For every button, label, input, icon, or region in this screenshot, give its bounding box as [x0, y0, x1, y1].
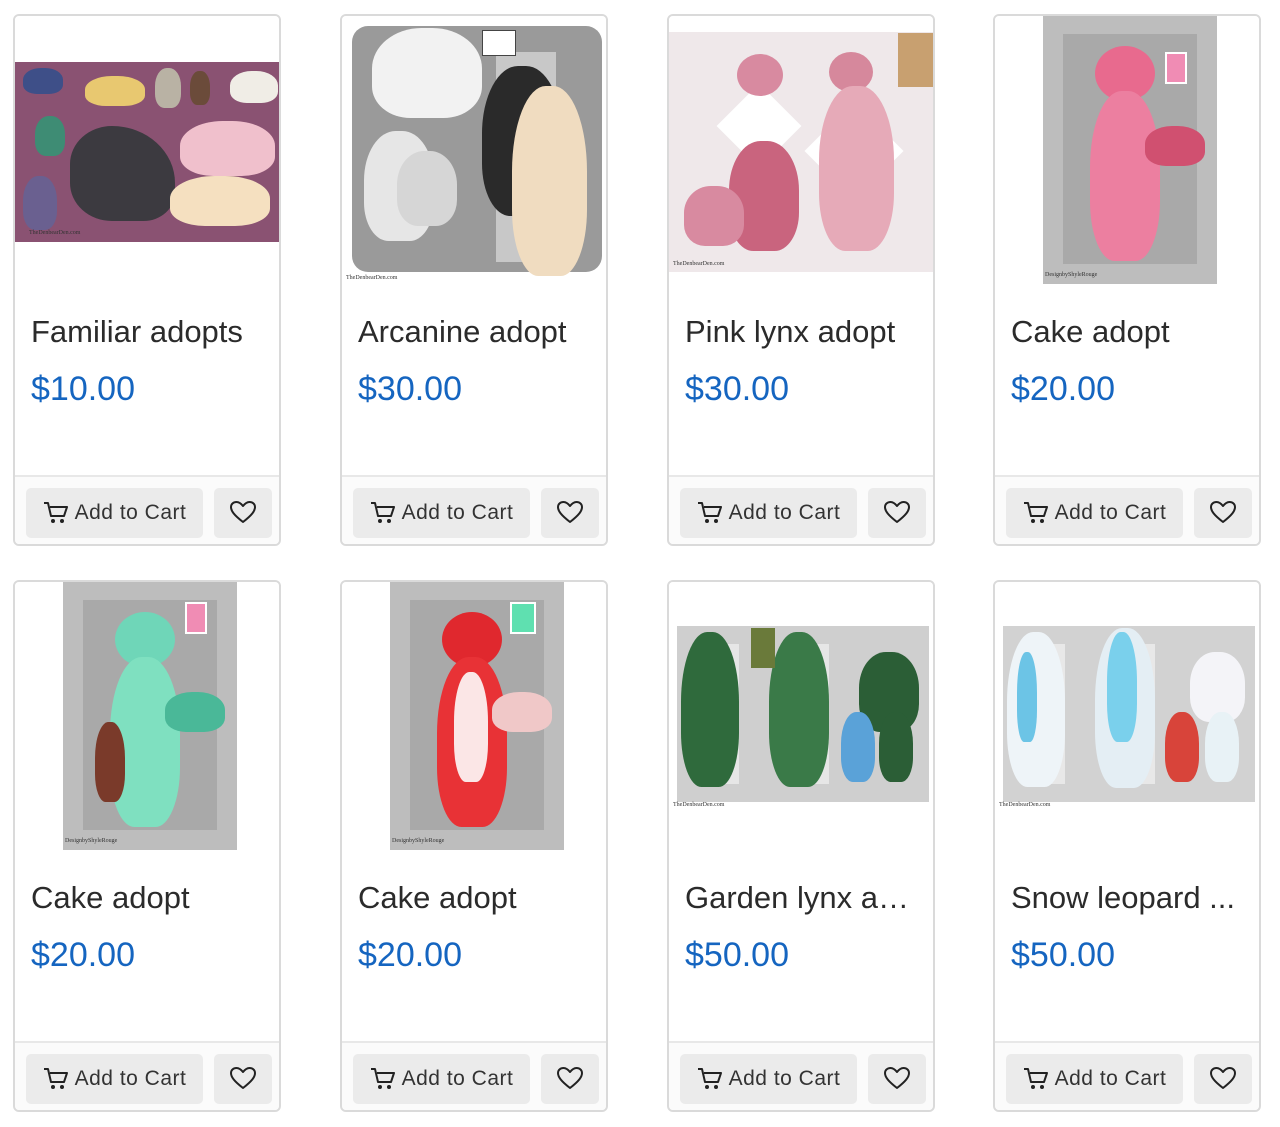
wishlist-button[interactable] — [868, 488, 926, 538]
cart-icon — [370, 502, 395, 523]
product-card[interactable]: TheDenbearDen.com Garden lynx ad... $50.… — [667, 580, 935, 1112]
product-image[interactable]: TheDenbearDen.com — [995, 582, 1259, 854]
product-card[interactable]: DesignbyShyleRouge Cake adopt $20.00 Add… — [993, 14, 1261, 546]
add-to-cart-button[interactable]: Add to Cart — [1006, 1054, 1183, 1104]
product-price: $50.00 — [1011, 936, 1115, 974]
product-title[interactable]: Pink lynx adopt — [685, 312, 921, 352]
card-footer: Add to Cart — [995, 475, 1259, 544]
add-to-cart-button[interactable]: Add to Cart — [26, 488, 203, 538]
product-price: $10.00 — [31, 370, 135, 408]
add-to-cart-label: Add to Cart — [1054, 501, 1167, 524]
add-to-cart-button[interactable]: Add to Cart — [353, 1054, 530, 1104]
product-title[interactable]: Familiar adopts — [31, 312, 267, 352]
add-to-cart-button[interactable]: Add to Cart — [680, 1054, 857, 1104]
product-title[interactable]: Arcanine adopt — [358, 312, 594, 352]
add-to-cart-button[interactable]: Add to Cart — [1006, 488, 1183, 538]
heart-icon — [1210, 1067, 1236, 1089]
heart-icon — [557, 501, 583, 523]
product-title[interactable]: Garden lynx ad... — [685, 878, 921, 918]
card-footer: Add to Cart — [995, 1041, 1259, 1110]
heart-icon — [557, 1067, 583, 1089]
product-card[interactable]: DesignbyShyleRouge Cake adopt $20.00 Add… — [340, 580, 608, 1112]
cart-icon — [697, 502, 722, 523]
product-image[interactable]: TheDenbearDen.com — [15, 16, 279, 288]
product-title[interactable]: Cake adopt — [1011, 312, 1247, 352]
wishlist-button[interactable] — [868, 1054, 926, 1104]
add-to-cart-label: Add to Cart — [728, 501, 841, 524]
heart-icon — [1210, 501, 1236, 523]
product-image[interactable]: DesignbyShyleRouge — [15, 582, 279, 854]
wishlist-button[interactable] — [214, 488, 272, 538]
product-card[interactable]: TheDenbearDen.com Snow leopard ... $50.0… — [993, 580, 1261, 1112]
product-image[interactable]: TheDenbearDen.com — [342, 16, 606, 288]
product-price: $20.00 — [1011, 370, 1115, 408]
add-to-cart-button[interactable]: Add to Cart — [26, 1054, 203, 1104]
add-to-cart-label: Add to Cart — [401, 501, 514, 524]
heart-icon — [230, 501, 256, 523]
add-to-cart-label: Add to Cart — [1054, 1067, 1167, 1090]
product-card[interactable]: TheDenbearDen.com Pink lynx adopt $30.00… — [667, 14, 935, 546]
card-footer: Add to Cart — [669, 475, 933, 544]
product-card[interactable]: TheDenbearDen.com Arcanine adopt $30.00 … — [340, 14, 608, 546]
add-to-cart-label: Add to Cart — [74, 501, 187, 524]
card-footer: Add to Cart — [669, 1041, 933, 1110]
product-title[interactable]: Snow leopard ... — [1011, 878, 1247, 918]
product-card[interactable]: TheDenbearDen.com Familiar adopts $10.00… — [13, 14, 281, 546]
heart-icon — [884, 1067, 910, 1089]
cart-icon — [43, 1068, 68, 1089]
cart-icon — [1023, 502, 1048, 523]
product-price: $30.00 — [358, 370, 462, 408]
wishlist-button[interactable] — [541, 488, 599, 538]
product-title[interactable]: Cake adopt — [358, 878, 594, 918]
cart-icon — [43, 502, 68, 523]
product-grid: TheDenbearDen.com Familiar adopts $10.00… — [0, 0, 1280, 1127]
add-to-cart-label: Add to Cart — [728, 1067, 841, 1090]
product-image[interactable]: TheDenbearDen.com — [669, 582, 933, 854]
card-footer: Add to Cart — [15, 475, 279, 544]
heart-icon — [230, 1067, 256, 1089]
add-to-cart-label: Add to Cart — [401, 1067, 514, 1090]
product-card[interactable]: DesignbyShyleRouge Cake adopt $20.00 Add… — [13, 580, 281, 1112]
cart-icon — [697, 1068, 722, 1089]
product-image[interactable]: DesignbyShyleRouge — [995, 16, 1259, 288]
card-footer: Add to Cart — [342, 475, 606, 544]
card-footer: Add to Cart — [15, 1041, 279, 1110]
product-image[interactable]: TheDenbearDen.com — [669, 16, 933, 288]
product-image[interactable]: DesignbyShyleRouge — [342, 582, 606, 854]
card-footer: Add to Cart — [342, 1041, 606, 1110]
product-title[interactable]: Cake adopt — [31, 878, 267, 918]
wishlist-button[interactable] — [1194, 1054, 1252, 1104]
add-to-cart-button[interactable]: Add to Cart — [353, 488, 530, 538]
wishlist-button[interactable] — [541, 1054, 599, 1104]
wishlist-button[interactable] — [1194, 488, 1252, 538]
product-price: $50.00 — [685, 936, 789, 974]
add-to-cart-label: Add to Cart — [74, 1067, 187, 1090]
wishlist-button[interactable] — [214, 1054, 272, 1104]
cart-icon — [370, 1068, 395, 1089]
product-price: $20.00 — [31, 936, 135, 974]
cart-icon — [1023, 1068, 1048, 1089]
add-to-cart-button[interactable]: Add to Cart — [680, 488, 857, 538]
heart-icon — [884, 501, 910, 523]
product-price: $30.00 — [685, 370, 789, 408]
product-price: $20.00 — [358, 936, 462, 974]
